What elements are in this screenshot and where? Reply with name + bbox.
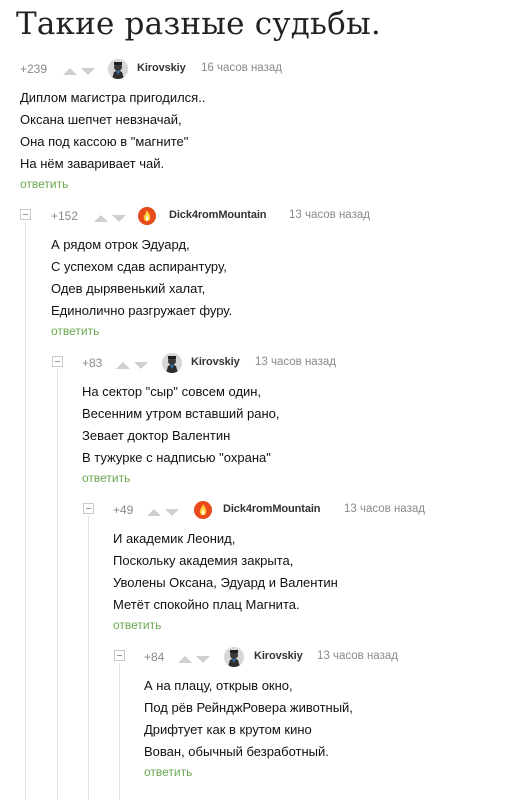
comment: +152 Dick4romMountain 13 часов назад А р… <box>51 206 491 338</box>
avatar[interactable] <box>224 647 244 667</box>
comment-line: Уволены Оксана, Эдуард и Валентин <box>113 575 338 590</box>
reply-link[interactable]: ответить <box>51 324 491 338</box>
reply-link[interactable]: ответить <box>20 177 490 191</box>
comment-rating: +49 <box>113 503 134 517</box>
comment-body: А на плацу, открыв окно, Под рёв РейнджР… <box>144 675 494 763</box>
comment-line: Поскольку академия закрыта, <box>113 553 294 568</box>
comment-line: И академик Леонид, <box>113 531 236 546</box>
comment-body: Диплом магистра пригодился.. Оксана шепч… <box>20 87 490 175</box>
comment-line: Единолично разгружает фуру. <box>51 303 233 318</box>
comment-time: 13 часов назад <box>289 209 370 221</box>
comment-line: Под рёв РейнджРовера животный, <box>144 700 353 715</box>
avatar[interactable] <box>162 353 182 373</box>
collapse-toggle[interactable] <box>114 650 125 661</box>
comment: +239 Kirovskiy 16 часов назад Диплом маг… <box>20 59 490 191</box>
comment-line: Дрифтует как в крутом кино <box>144 722 312 737</box>
comment-time: 13 часов назад <box>255 356 336 368</box>
comment: +83 Kirovskiy 13 часов назад На сектор "… <box>82 353 492 485</box>
comment-line: На сектор "сыр" совсем один, <box>82 384 262 399</box>
comment-header: +49 Dick4romMountain 13 часов назад <box>113 500 493 523</box>
comment-body: И академик Леонид, Поскольку академия за… <box>113 528 493 616</box>
upvote-icon[interactable] <box>116 362 130 369</box>
downvote-icon[interactable] <box>81 68 95 75</box>
comment-body: А рядом отрок Эдуард, С успехом сдав асп… <box>51 234 491 322</box>
comment-line: С успехом сдав аспирантуру, <box>51 259 227 274</box>
comment-line: На нём заваривает чай. <box>20 156 165 171</box>
comment-author[interactable]: Kirovskiy <box>254 650 303 662</box>
downvote-icon[interactable] <box>165 509 179 516</box>
comment-header: +83 Kirovskiy 13 часов назад <box>82 353 492 376</box>
comment-rating: +239 <box>20 62 48 76</box>
collapse-toggle[interactable] <box>83 503 94 514</box>
comment-line: А на плацу, открыв окно, <box>144 678 293 693</box>
comment-rating: +152 <box>51 209 79 223</box>
avatar[interactable] <box>193 500 213 520</box>
comment-body: На сектор "сыр" совсем один, Весенним ут… <box>82 381 492 469</box>
comment-header: +239 Kirovskiy 16 часов назад <box>20 59 490 82</box>
comment-rating: +84 <box>144 650 165 664</box>
thread-line[interactable] <box>25 222 26 800</box>
comment-line: В тужурке с надписью "охрана" <box>82 450 271 465</box>
post-title: Такие разные судьбы. <box>16 6 381 42</box>
comment-line: Она под кассою в "магните" <box>20 134 189 149</box>
comment-line: Вован, обычный безработный. <box>144 744 329 759</box>
reply-link[interactable]: ответить <box>82 471 492 485</box>
comment: +49 Dick4romMountain 13 часов назад И ак… <box>113 500 493 632</box>
reply-link[interactable]: ответить <box>113 618 493 632</box>
upvote-icon[interactable] <box>94 215 108 222</box>
upvote-icon[interactable] <box>178 656 192 663</box>
comment-time: 16 часов назад <box>201 62 282 74</box>
avatar[interactable] <box>108 59 128 79</box>
comment-header: +152 Dick4romMountain 13 часов назад <box>51 206 491 229</box>
upvote-icon[interactable] <box>147 509 161 516</box>
comment-time: 13 часов назад <box>344 503 425 515</box>
comment-line: Оксана шепчет невзначай, <box>20 112 182 127</box>
downvote-icon[interactable] <box>196 656 210 663</box>
upvote-icon[interactable] <box>63 68 77 75</box>
comment-line: Диплом магистра пригодился.. <box>20 90 206 105</box>
thread-line[interactable] <box>119 663 120 800</box>
comment: +84 Kirovskiy 13 часов назад А на плацу,… <box>144 647 494 779</box>
reply-link[interactable]: ответить <box>144 765 494 779</box>
comment-time: 13 часов назад <box>317 650 398 662</box>
thread-line[interactable] <box>88 516 89 800</box>
comment-line: Весенним утром вставший рано, <box>82 406 280 421</box>
collapse-toggle[interactable] <box>20 209 31 220</box>
comment-author[interactable]: Kirovskiy <box>191 356 240 368</box>
comment-line: Зевает доктор Валентин <box>82 428 231 443</box>
avatar[interactable] <box>137 206 157 226</box>
comment-author[interactable]: Kirovskiy <box>137 62 186 74</box>
collapse-toggle[interactable] <box>52 356 63 367</box>
downvote-icon[interactable] <box>112 215 126 222</box>
comment-line: Одев дырявенький халат, <box>51 281 206 296</box>
comment-rating: +83 <box>82 356 103 370</box>
comment-author[interactable]: Dick4romMountain <box>169 209 267 221</box>
comment-line: Метёт спокойно плац Магнита. <box>113 597 300 612</box>
downvote-icon[interactable] <box>134 362 148 369</box>
comment-header: +84 Kirovskiy 13 часов назад <box>144 647 494 670</box>
comment-author[interactable]: Dick4romMountain <box>223 503 321 515</box>
comment-line: А рядом отрок Эдуард, <box>51 237 190 252</box>
thread-line[interactable] <box>57 369 58 800</box>
